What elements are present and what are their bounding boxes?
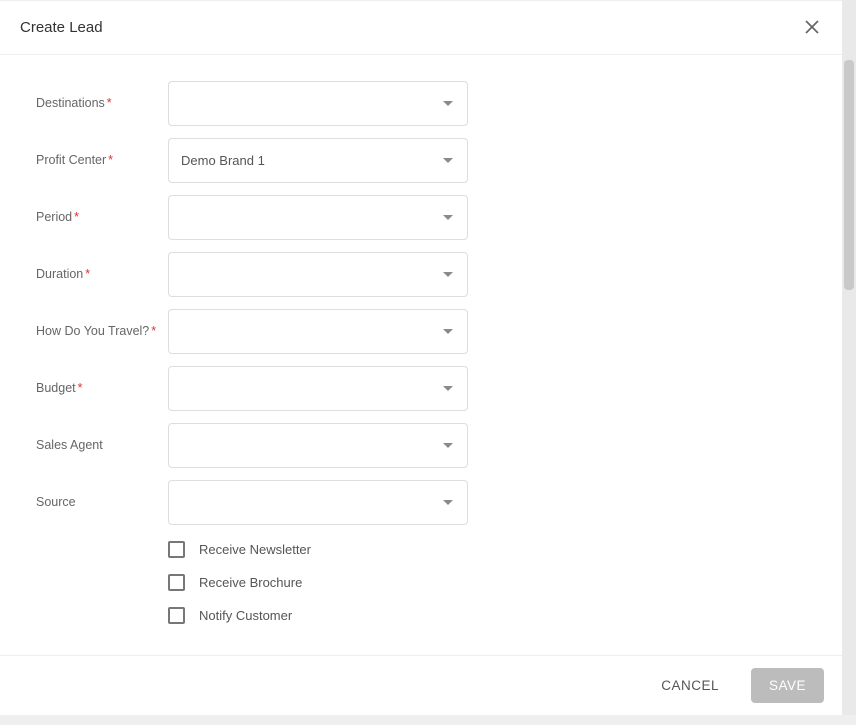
checkbox-brochure[interactable]: Receive Brochure <box>168 574 822 591</box>
modal-title: Create Lead <box>20 19 822 36</box>
chevron-down-icon <box>443 386 453 391</box>
field-profit-center: Profit Center* Demo Brand 1 <box>36 138 822 183</box>
checkbox-icon <box>168 574 185 591</box>
chevron-down-icon <box>443 272 453 277</box>
field-destinations: Destinations* <box>36 81 822 126</box>
required-mark: * <box>85 267 90 281</box>
required-mark: * <box>78 381 83 395</box>
field-how-travel: How Do You Travel?* <box>36 309 822 354</box>
select-value: Demo Brand 1 <box>181 153 265 168</box>
chevron-down-icon <box>443 101 453 106</box>
field-period: Period* <box>36 195 822 240</box>
field-budget: Budget* <box>36 366 822 411</box>
modal-header: Create Lead <box>0 1 842 54</box>
select-duration[interactable] <box>168 252 468 297</box>
label-how-travel: How Do You Travel?* <box>36 323 168 339</box>
select-budget[interactable] <box>168 366 468 411</box>
backdrop-bottom <box>0 715 856 725</box>
required-mark: * <box>107 96 112 110</box>
select-source[interactable] <box>168 480 468 525</box>
close-icon <box>803 18 821 36</box>
label-destinations: Destinations* <box>36 95 168 111</box>
modal-body: Destinations* Profit Center* Demo Brand … <box>0 54 842 655</box>
field-source: Source <box>36 480 822 525</box>
required-mark: * <box>151 324 156 338</box>
required-mark: * <box>108 153 113 167</box>
chevron-down-icon <box>443 158 453 163</box>
label-text: Sales Agent <box>36 438 103 452</box>
required-mark: * <box>74 210 79 224</box>
label-text: Period <box>36 210 72 224</box>
scrollbar-thumb[interactable] <box>844 60 854 290</box>
select-how-travel[interactable] <box>168 309 468 354</box>
create-lead-modal: Create Lead Destinations* Profit Cen <box>0 0 842 715</box>
select-sales-agent[interactable] <box>168 423 468 468</box>
close-button[interactable] <box>800 15 824 39</box>
label-text: Budget <box>36 381 76 395</box>
select-period[interactable] <box>168 195 468 240</box>
label-period: Period* <box>36 209 168 225</box>
chevron-down-icon <box>443 443 453 448</box>
label-source: Source <box>36 494 168 510</box>
label-profit-center: Profit Center* <box>36 152 168 168</box>
label-text: Source <box>36 495 76 509</box>
cancel-button[interactable]: CANCEL <box>643 668 737 703</box>
select-profit-center[interactable]: Demo Brand 1 <box>168 138 468 183</box>
checkbox-label: Receive Brochure <box>199 575 302 590</box>
checkbox-icon <box>168 607 185 624</box>
lead-form: Destinations* Profit Center* Demo Brand … <box>0 55 842 654</box>
scrollbar-track[interactable] <box>842 0 856 725</box>
checkbox-label: Notify Customer <box>199 608 292 623</box>
label-budget: Budget* <box>36 380 168 396</box>
checkbox-newsletter[interactable]: Receive Newsletter <box>168 541 822 558</box>
label-text: How Do You Travel? <box>36 324 149 338</box>
field-sales-agent: Sales Agent <box>36 423 822 468</box>
label-sales-agent: Sales Agent <box>36 437 168 453</box>
label-text: Duration <box>36 267 83 281</box>
select-destinations[interactable] <box>168 81 468 126</box>
chevron-down-icon <box>443 215 453 220</box>
field-duration: Duration* <box>36 252 822 297</box>
chevron-down-icon <box>443 329 453 334</box>
checkbox-notify[interactable]: Notify Customer <box>168 607 822 624</box>
checkbox-icon <box>168 541 185 558</box>
label-duration: Duration* <box>36 266 168 282</box>
modal-footer: CANCEL SAVE <box>0 655 842 715</box>
chevron-down-icon <box>443 500 453 505</box>
label-text: Profit Center <box>36 153 106 167</box>
label-text: Destinations <box>36 96 105 110</box>
checkbox-label: Receive Newsletter <box>199 542 311 557</box>
save-button[interactable]: SAVE <box>751 668 824 703</box>
